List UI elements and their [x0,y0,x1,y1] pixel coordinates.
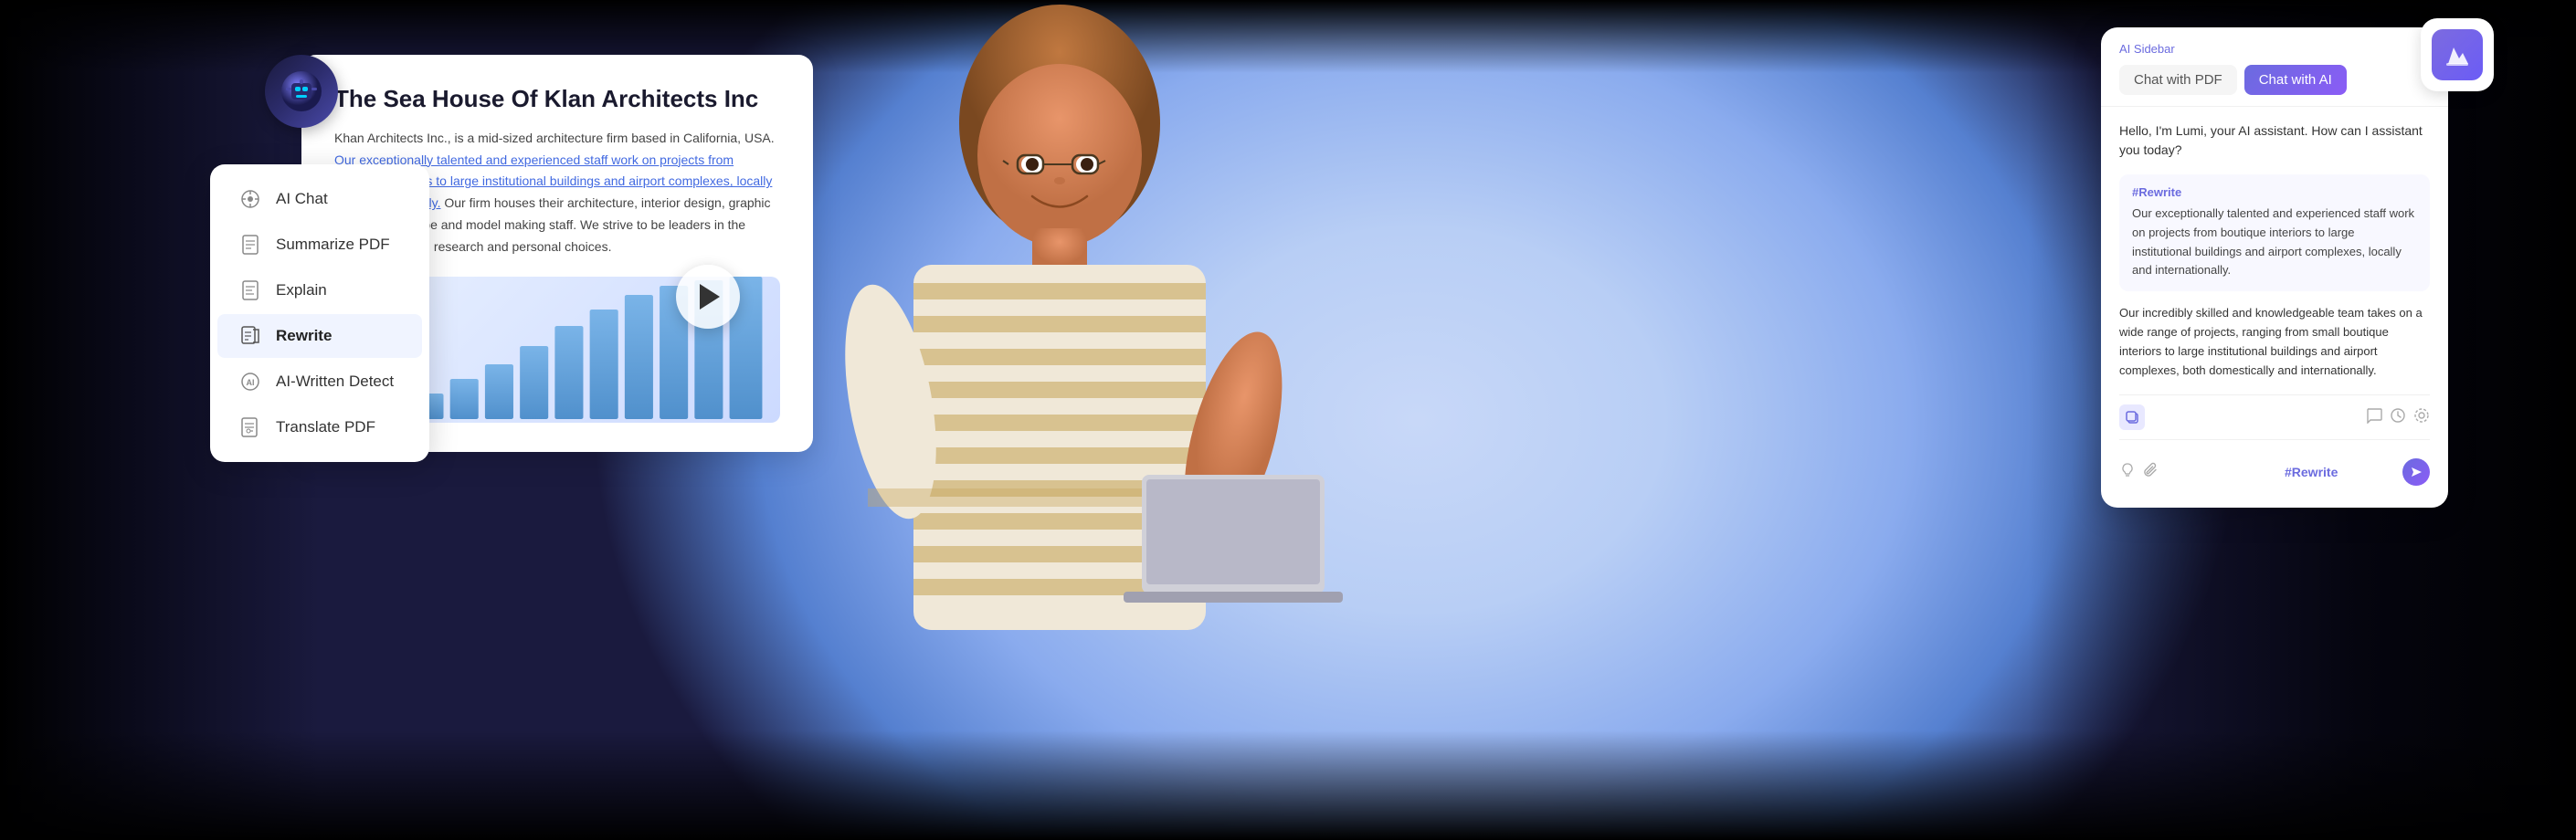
tab-chat-ai[interactable]: Chat with AI [2244,65,2347,95]
ai-rewrite-block-1: #Rewrite Our exceptionally talented and … [2119,174,2430,291]
ai-rewrite-tag-1: #Rewrite [2132,185,2417,199]
person-image [749,0,1388,840]
ai-action-right [2366,407,2430,428]
sidebar-item-ai-chat[interactable]: AI Chat [217,177,422,221]
ai-sidebar-header: AI Sidebar Chat with PDF Chat with AI [2101,27,2448,107]
ai-detect-icon: AI [238,369,263,394]
ai-actions [2119,394,2430,440]
sidebar-label-explain: Explain [276,281,327,299]
ai-action-left [2119,404,2145,430]
sidebar-item-ai-detect[interactable]: AI AI-Written Detect [217,360,422,404]
ai-input-tag[interactable]: #Rewrite [2285,465,2395,479]
ai-sidebar: AI Sidebar Chat with PDF Chat with AI He… [2101,27,2448,508]
ai-greeting: Hello, I'm Lumi, your AI assistant. How … [2119,121,2430,160]
document-title: The Sea House Of Klan Architects Inc [334,84,780,115]
sidebar-label-ai-chat: AI Chat [276,190,328,208]
settings-icon[interactable] [2413,407,2430,428]
sidebar-label-ai-detect: AI-Written Detect [276,373,394,391]
ai-rewrite-text-1: Our exceptionally talented and experienc… [2132,205,2417,280]
robot-icon [265,55,338,128]
sidebar-item-explain[interactable]: Explain [217,268,422,312]
video-play-button[interactable] [676,265,740,329]
svg-text:AI: AI [247,378,255,387]
attachment-icon[interactable] [2143,462,2159,483]
translate-icon [238,415,263,440]
sidebar-item-rewrite[interactable]: Rewrite [217,314,422,358]
ai-sidebar-label: AI Sidebar [2119,42,2430,56]
doc-body-start: Khan Architects Inc., is a mid-sized arc… [334,131,775,145]
play-triangle-icon [700,284,720,310]
explain-icon [238,278,263,303]
copy-action-icon[interactable] [2119,404,2145,430]
summarize-icon [238,232,263,257]
sidebar-label-translate: Translate PDF [276,418,375,436]
robot-badge [265,55,338,128]
ai-sidebar-body: Hello, I'm Lumi, your AI assistant. How … [2101,107,2448,508]
tab-chat-pdf[interactable]: Chat with PDF [2119,65,2237,95]
app-icon-inner [2432,29,2483,80]
message-icon[interactable] [2366,407,2382,428]
lightbulb-icon [2119,462,2136,483]
ai-tabs: Chat with PDF Chat with AI [2119,65,2430,95]
sidebar-panel: AI Chat Summarize PDF Explain [210,164,429,462]
sidebar-item-translate[interactable]: Translate PDF [217,405,422,449]
ai-chat-icon [238,186,263,212]
sidebar-item-summarize[interactable]: Summarize PDF [217,223,422,267]
sidebar-label-rewrite: Rewrite [276,327,332,345]
send-button[interactable] [2402,458,2430,486]
rewrite-icon [238,323,263,349]
clock-icon[interactable] [2390,407,2406,428]
ai-response-text: Our incredibly skilled and knowledgeable… [2119,304,2430,380]
sidebar-label-summarize: Summarize PDF [276,236,390,254]
ai-input-row: #Rewrite [2119,451,2430,493]
app-icon[interactable] [2421,18,2494,91]
